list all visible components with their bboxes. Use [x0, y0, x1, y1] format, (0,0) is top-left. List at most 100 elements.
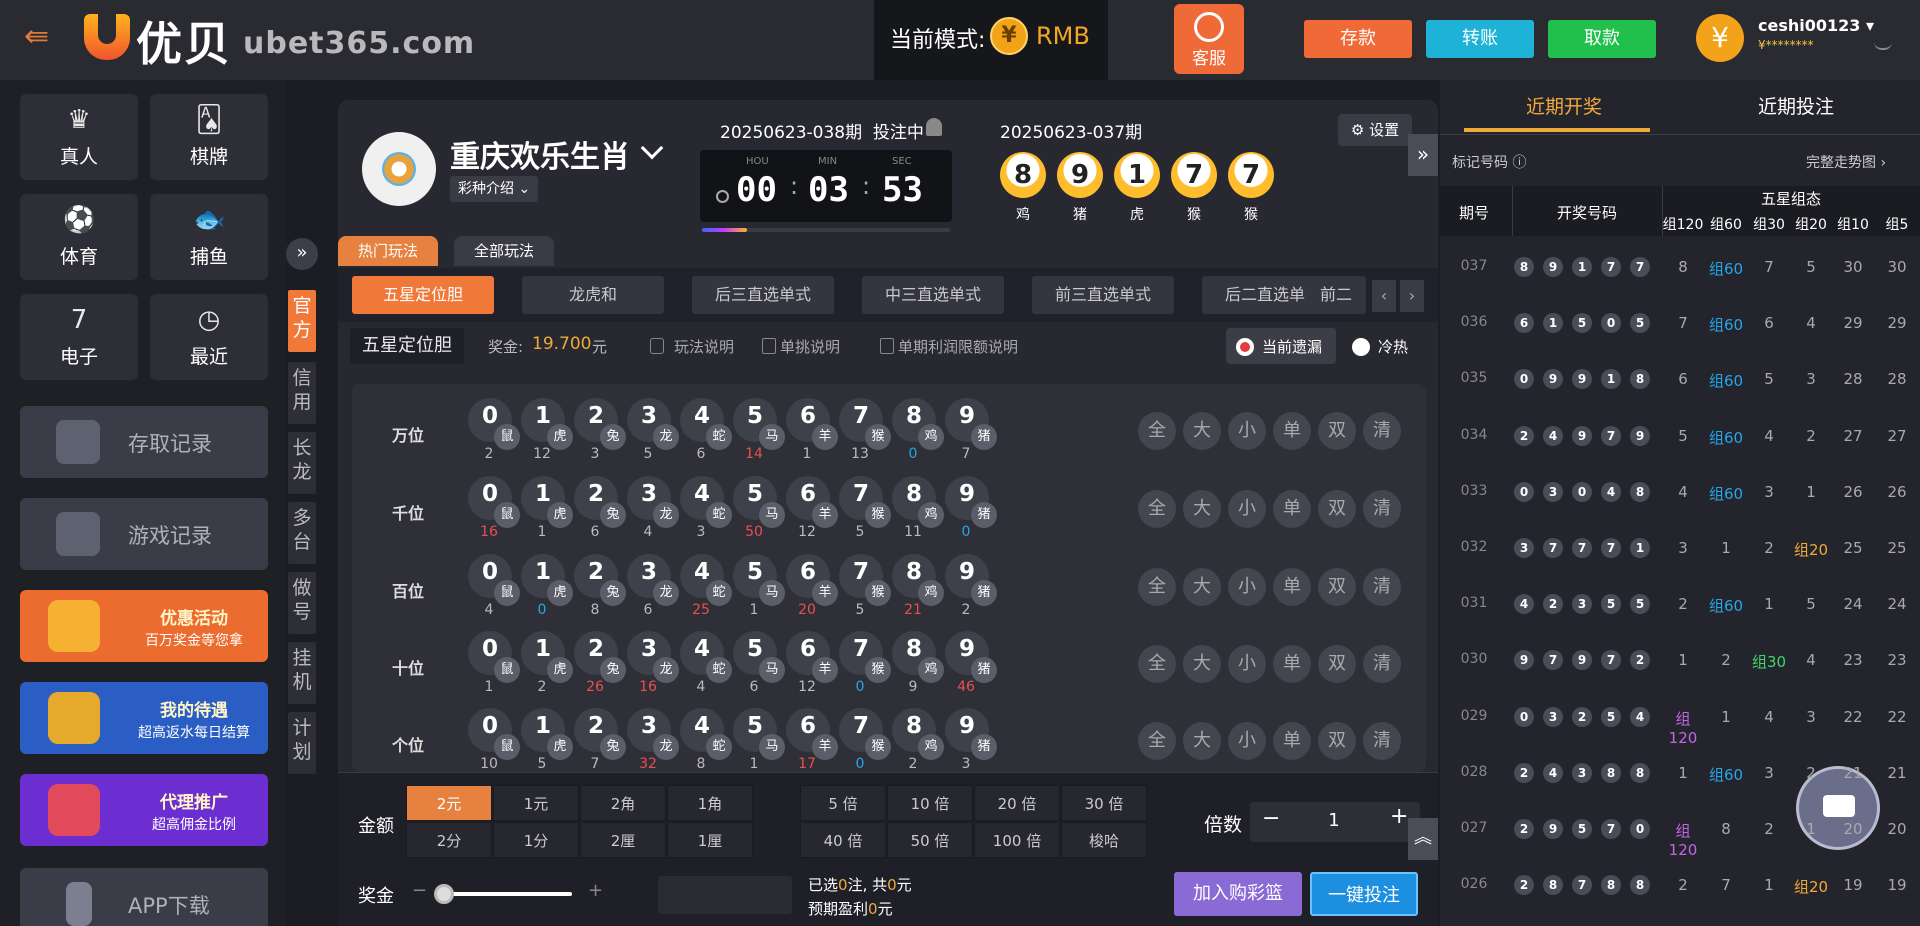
collapse-icon[interactable]: » — [286, 238, 318, 270]
deposit-button[interactable]: 存款 — [1304, 20, 1412, 58]
quick-select-4[interactable]: 双 — [1318, 722, 1356, 760]
quick-select-2[interactable]: 小 — [1228, 412, 1266, 450]
mode-tab-4[interactable]: 做号 — [288, 572, 316, 634]
quick-select-3[interactable]: 单 — [1273, 412, 1311, 450]
quick-select-4[interactable]: 双 — [1318, 490, 1356, 528]
promo-banner-0[interactable]: 优惠活动 百万奖金等您拿 — [20, 590, 268, 662]
slider-handle[interactable] — [434, 884, 454, 904]
promo-banner-1[interactable]: 我的待遇 超高返水每日结算 — [20, 682, 268, 754]
multiplier-option[interactable]: 梭哈 — [1061, 822, 1147, 858]
quick-select-1[interactable]: 大 — [1183, 722, 1221, 760]
quick-select-4[interactable]: 双 — [1318, 645, 1356, 683]
quick-select-3[interactable]: 单 — [1273, 645, 1311, 683]
nav-tile-2[interactable]: ⚽ 体育 — [20, 194, 138, 280]
quick-select-2[interactable]: 小 — [1228, 722, 1266, 760]
quick-select-5[interactable]: 清 — [1363, 490, 1401, 528]
multiplier-option[interactable]: 50 倍 — [887, 822, 973, 858]
mark-numbers-toggle[interactable]: 标记号码 ⓘ — [1452, 152, 1526, 172]
prize-slider[interactable] — [436, 892, 572, 896]
tab-hot-play[interactable]: 热门玩法 — [338, 236, 439, 266]
promo-banner-2[interactable]: 代理推广 超高佣金比例 — [20, 774, 268, 846]
quick-bet-button[interactable]: 一键投注 — [1310, 872, 1418, 916]
multiplier-option[interactable]: 10 倍 — [887, 785, 973, 821]
prize-input[interactable] — [658, 876, 792, 914]
quick-select-1[interactable]: 大 — [1183, 645, 1221, 683]
withdraw-button[interactable]: 取款 — [1548, 20, 1656, 58]
sub-tab-4[interactable]: 前三直选单式 — [1032, 276, 1174, 314]
tab-recent-draws[interactable]: 近期开奖 — [1464, 92, 1664, 119]
transfer-button[interactable]: 转账 — [1426, 20, 1534, 58]
multiplier-input[interactable]: 1 — [1316, 810, 1352, 831]
sub-tab-0[interactable]: 五星定位胆 — [352, 276, 494, 314]
expand-right-icon[interactable]: » — [1408, 134, 1438, 176]
nav-tile-4[interactable]: 7 电子 — [20, 294, 138, 380]
quick-select-2[interactable]: 小 — [1228, 490, 1266, 528]
multiplier-option[interactable]: 30 倍 — [1061, 785, 1147, 821]
add-to-cart-button[interactable]: 加入购彩篮 — [1174, 872, 1302, 916]
multiplier-option[interactable]: 5 倍 — [800, 785, 886, 821]
quick-select-4[interactable]: 双 — [1318, 568, 1356, 606]
settings-button[interactable]: ⚙ 设置 — [1338, 114, 1412, 146]
mode-value[interactable]: RMB — [1036, 22, 1090, 50]
sub-tab-3[interactable]: 中三直选单式 — [862, 276, 1004, 314]
link-profit-limit[interactable]: 单期利润限额说明 — [898, 336, 1018, 357]
quick-select-0[interactable]: 全 — [1138, 490, 1176, 528]
quick-select-4[interactable]: 双 — [1318, 412, 1356, 450]
radio-icon[interactable] — [1352, 338, 1370, 356]
multiplier-option[interactable]: 100 倍 — [974, 822, 1060, 858]
tab-recent-bets[interactable]: 近期投注 — [1696, 92, 1896, 119]
mode-tab-0[interactable]: 官方 — [288, 290, 316, 352]
plus-button[interactable]: + — [1390, 804, 1408, 829]
quick-select-3[interactable]: 单 — [1273, 722, 1311, 760]
mode-tab-2[interactable]: 长龙 — [288, 432, 316, 494]
amount-option[interactable]: 1角 — [667, 785, 753, 821]
avatar[interactable]: ¥ — [1696, 14, 1744, 62]
quick-select-0[interactable]: 全 — [1138, 645, 1176, 683]
record-button-0[interactable]: 存取记录 — [20, 406, 268, 478]
full-trend-link[interactable]: 完整走势图 › — [1806, 152, 1886, 172]
quick-select-3[interactable]: 单 — [1273, 568, 1311, 606]
minus-button[interactable]: − — [1262, 806, 1280, 831]
back-arrow-icon[interactable]: ⇚ — [24, 20, 58, 54]
game-title[interactable]: 重庆欢乐生肖 — [450, 132, 630, 176]
quick-select-5[interactable]: 清 — [1363, 722, 1401, 760]
scroll-up-icon[interactable]: ︽ — [1408, 818, 1438, 860]
quick-select-5[interactable]: 清 — [1363, 645, 1401, 683]
amount-option[interactable]: 1分 — [493, 822, 579, 858]
multiplier-option[interactable]: 20 倍 — [974, 785, 1060, 821]
amount-option[interactable]: 2分 — [406, 822, 492, 858]
nav-tile-1[interactable]: 🂡 棋牌 — [150, 94, 268, 180]
amount-option[interactable]: 2角 — [580, 785, 666, 821]
username[interactable]: ceshi00123 ▾ — [1758, 16, 1874, 35]
amount-option[interactable]: 2厘 — [580, 822, 666, 858]
amount-option[interactable]: 1元 — [493, 785, 579, 821]
customer-service-button[interactable]: 客服 — [1174, 4, 1244, 74]
record-button-1[interactable]: 游戏记录 — [20, 498, 268, 570]
amount-option[interactable]: 1厘 — [667, 822, 753, 858]
bell-icon[interactable] — [926, 118, 942, 136]
tab-all-play[interactable]: 全部玩法 — [454, 236, 555, 266]
quick-select-1[interactable]: 大 — [1183, 412, 1221, 450]
chevron-right-icon[interactable]: › — [1400, 280, 1424, 312]
nav-tile-5[interactable]: ◷ 最近 — [150, 294, 268, 380]
quick-select-0[interactable]: 全 — [1138, 412, 1176, 450]
nav-tile-3[interactable]: 🐟 捕鱼 — [150, 194, 268, 280]
slider-plus-icon[interactable]: + — [588, 880, 603, 901]
quick-select-1[interactable]: 大 — [1183, 490, 1221, 528]
link-play-rules[interactable]: 玩法说明 — [674, 336, 734, 357]
slider-minus-icon[interactable]: − — [412, 880, 427, 901]
quick-select-1[interactable]: 大 — [1183, 568, 1221, 606]
sub-tab-2[interactable]: 后三直选单式 — [692, 276, 834, 314]
toggle-hotcold-label[interactable]: 冷热 — [1378, 336, 1408, 357]
app-download-button[interactable]: APP下载 — [20, 868, 268, 926]
nav-tile-0[interactable]: ♛ 真人 — [20, 94, 138, 180]
mode-tab-1[interactable]: 信用 — [288, 362, 316, 424]
mode-tab-6[interactable]: 计划 — [288, 712, 316, 774]
sub-tab-1[interactable]: 龙虎和 — [522, 276, 664, 314]
amount-option[interactable]: 2元 — [406, 785, 492, 821]
mode-tab-3[interactable]: 多台 — [288, 502, 316, 564]
quick-select-2[interactable]: 小 — [1228, 645, 1266, 683]
quick-select-0[interactable]: 全 — [1138, 722, 1176, 760]
quick-select-5[interactable]: 清 — [1363, 412, 1401, 450]
quick-select-5[interactable]: 清 — [1363, 568, 1401, 606]
